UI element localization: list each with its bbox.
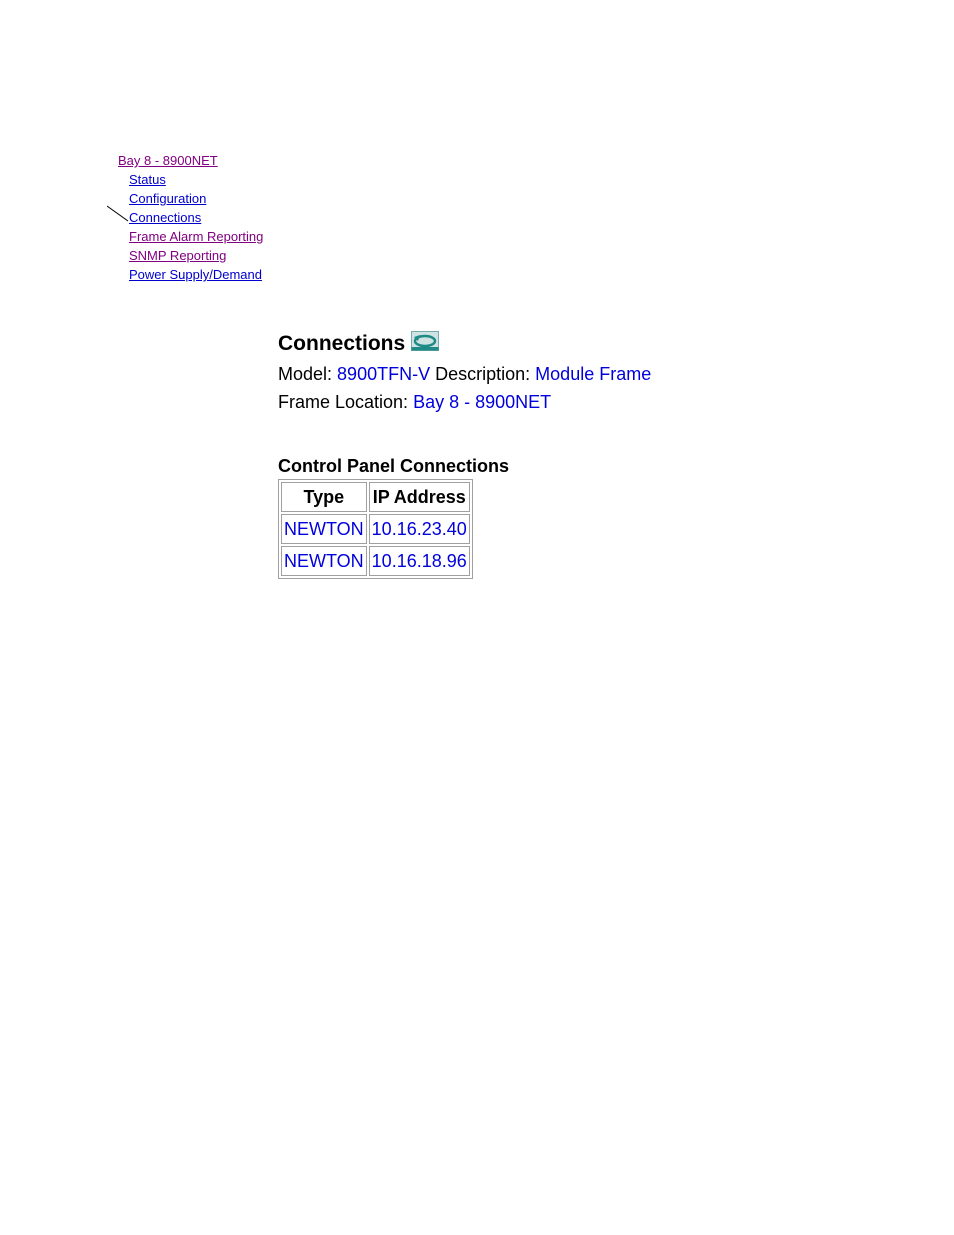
frame-location-value: Bay 8 - 8900NET [413, 392, 552, 412]
nav-item-power-supply-demand[interactable]: Power Supply/Demand [129, 265, 263, 284]
description-value: Module Frame [535, 364, 652, 384]
cell-ip-address: 10.16.23.40 [368, 514, 470, 544]
cell-type: NEWTON [281, 514, 367, 544]
control-panel-connections-table: Type IP Address NEWTON 10.16.23.40 NEWTO… [278, 479, 473, 579]
nav-item-status[interactable]: Status [129, 170, 263, 189]
cell-type: NEWTON [281, 546, 367, 576]
frame-location-line: Frame Location: Bay 8 - 8900NET [278, 388, 651, 416]
control-panel-connections-title: Control Panel Connections [278, 456, 510, 476]
model-value: 8900TFN-V [337, 364, 431, 384]
column-header-type: Type [281, 482, 367, 512]
table-row: NEWTON 10.16.18.96 [281, 546, 470, 576]
frame-location-label: Frame Location: [278, 392, 409, 412]
frame-navigation-tree: Bay 8 - 8900NET Status Configuration Con… [118, 151, 263, 284]
page-title: Connections [278, 328, 651, 360]
description-label: Description: [435, 364, 531, 384]
table-header-row: Type IP Address [281, 482, 470, 512]
table-row: NEWTON 10.16.23.40 [281, 514, 470, 544]
nav-item-configuration[interactable]: Configuration [129, 189, 263, 208]
nav-item-connections[interactable]: Connections [129, 208, 263, 227]
cell-ip-address: 10.16.18.96 [368, 546, 470, 576]
nav-root-bay-8[interactable]: Bay 8 - 8900NET [118, 151, 263, 170]
nav-item-snmp-reporting[interactable]: SNMP Reporting [129, 246, 263, 265]
column-header-ip-address: IP Address [368, 482, 470, 512]
model-label: Model: [278, 364, 333, 384]
page-title-text: Connections [278, 332, 406, 355]
connections-content: Connections Model: 8900TFN-V Description… [278, 328, 651, 579]
nav-item-frame-alarm-reporting[interactable]: Frame Alarm Reporting [129, 227, 263, 246]
refresh-icon[interactable] [411, 331, 440, 351]
model-description-line: Model: 8900TFN-V Description: Module Fra… [278, 360, 651, 388]
